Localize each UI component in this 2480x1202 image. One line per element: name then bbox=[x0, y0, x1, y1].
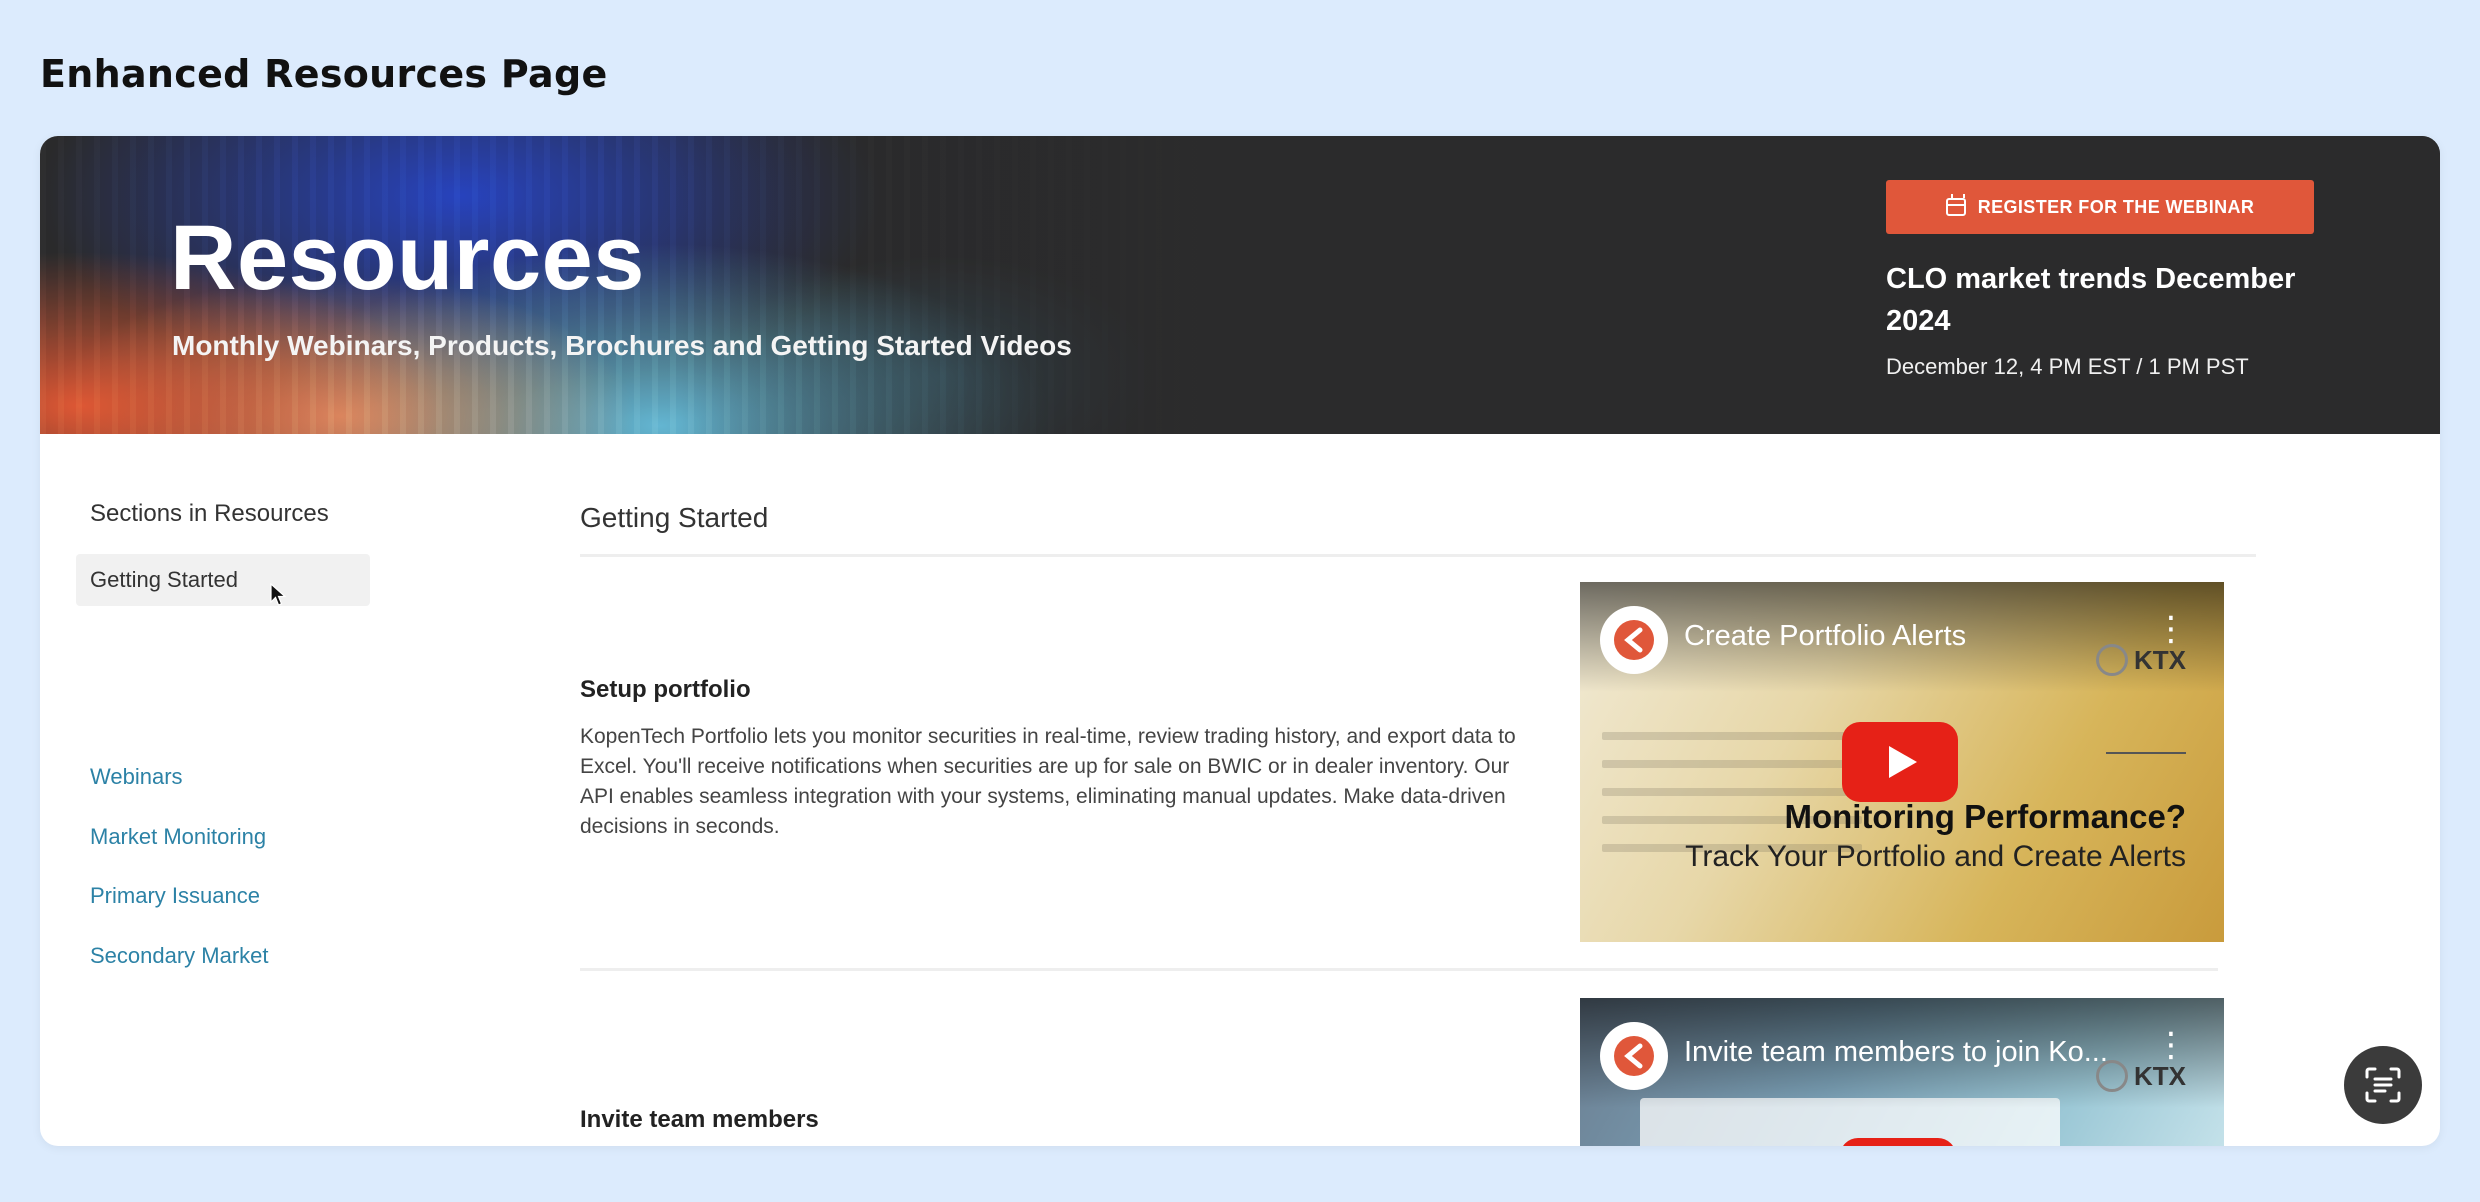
hero-subtitle: Monthly Webinars, Products, Brochures an… bbox=[172, 330, 1072, 361]
hero-banner: Resources Monthly Webinars, Products, Br… bbox=[40, 136, 2440, 434]
video-create-portfolio-alerts[interactable]: Create Portfolio Alerts ⋮ KTX Monitoring… bbox=[1580, 582, 2224, 942]
sidebar-item-label: Getting Started bbox=[90, 567, 238, 592]
sidebar-item-webinars[interactable]: Webinars bbox=[90, 764, 183, 790]
sidebar-title: Sections in Resources bbox=[90, 500, 329, 527]
ktx-logo-mark-icon bbox=[1614, 1036, 1654, 1076]
sidebar-item-getting-started[interactable]: Getting Started bbox=[76, 554, 370, 606]
sidebar-item-market-monitoring[interactable]: Market Monitoring bbox=[90, 824, 266, 850]
channel-logo-icon bbox=[1600, 1022, 1668, 1090]
ktx-brand-icon bbox=[2096, 1060, 2128, 1092]
channel-logo-icon bbox=[1600, 606, 1668, 674]
scan-text-icon bbox=[2365, 1067, 2401, 1103]
ktx-brand: KTX bbox=[2096, 1060, 2186, 1092]
ktx-logo-mark-icon bbox=[1614, 620, 1654, 660]
thumb-subheadline: Track Your Portfolio and Create Alerts bbox=[1685, 840, 2186, 873]
sidebar-item-secondary-market[interactable]: Secondary Market bbox=[90, 943, 269, 969]
ktx-brand-icon bbox=[2096, 644, 2128, 676]
item-title-invite-team: Invite team members bbox=[580, 1106, 819, 1133]
webinar-date: December 12, 4 PM EST / 1 PM PST bbox=[1886, 354, 2249, 379]
ktx-brand: KTX bbox=[2096, 644, 2186, 676]
item-description: KopenTech Portfolio lets you monitor sec… bbox=[580, 725, 1516, 838]
video-title: Invite team members to join Ko... bbox=[1684, 1036, 2108, 1068]
item-title-setup-portfolio: Setup portfolio bbox=[580, 676, 751, 703]
sidebar-item-primary-issuance[interactable]: Primary Issuance bbox=[90, 883, 260, 909]
thumb-divider bbox=[2106, 752, 2186, 754]
thumb-headline: Monitoring Performance? bbox=[1784, 798, 2186, 835]
play-icon[interactable] bbox=[1842, 722, 1958, 802]
play-icon[interactable] bbox=[1840, 1138, 1956, 1146]
video-menu-icon[interactable]: ⋮ bbox=[2154, 612, 2188, 646]
video-title: Create Portfolio Alerts bbox=[1684, 620, 1967, 652]
section-title: Getting Started bbox=[580, 502, 769, 533]
section-divider bbox=[580, 554, 2256, 557]
item-divider bbox=[580, 968, 2218, 971]
calendar-icon bbox=[1945, 194, 1966, 216]
mouse-cursor-icon bbox=[270, 583, 287, 606]
video-menu-icon[interactable]: ⋮ bbox=[2154, 1028, 2188, 1062]
register-webinar-label: REGISTER FOR THE WEBINAR bbox=[1977, 196, 2255, 217]
video-invite-team-members[interactable]: Invite team members to join Ko... ⋮ KTX bbox=[1580, 998, 2224, 1146]
webinar-title: CLO market trends December 2024 bbox=[1886, 263, 2296, 337]
resources-frame: Resources Monthly Webinars, Products, Br… bbox=[40, 136, 2440, 1146]
page-heading: Enhanced Resources Page bbox=[40, 52, 608, 96]
hero-title: Resources bbox=[170, 207, 645, 309]
ktx-brand-label: KTX bbox=[2134, 644, 2186, 675]
scan-text-button[interactable] bbox=[2344, 1046, 2422, 1124]
ktx-brand-label: KTX bbox=[2134, 1060, 2186, 1091]
register-webinar-button[interactable]: REGISTER FOR THE WEBINAR bbox=[1886, 180, 2314, 234]
